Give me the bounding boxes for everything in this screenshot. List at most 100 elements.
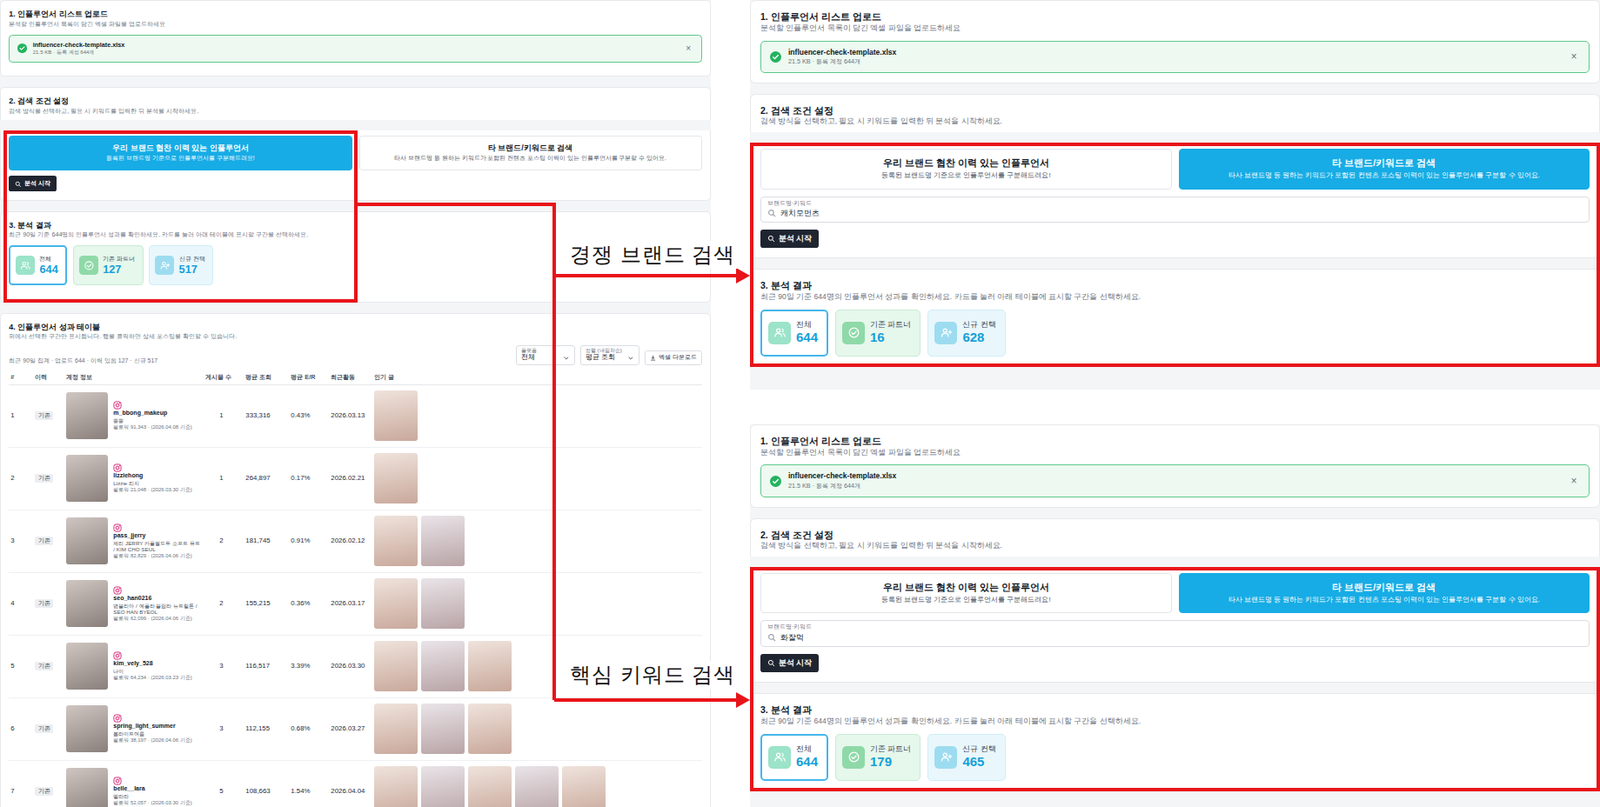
post-thumbnail[interactable] bbox=[374, 703, 418, 755]
account-info: belle__lara 벨라라 팔로워 52,057 · (2026.03.30… bbox=[113, 776, 206, 806]
last-active-cell: 2026.02.12 bbox=[330, 536, 375, 547]
post-thumbnail[interactable] bbox=[374, 453, 418, 504]
result-card[interactable]: 기존 파트너 127 bbox=[73, 245, 144, 286]
table-row[interactable]: 2 기존 lizziehong Lizzie 리지 팔로워 21,048 · (… bbox=[8, 448, 702, 511]
post-thumbnail[interactable] bbox=[421, 703, 465, 755]
tab-description: 타사 브랜드명 등 원하는 키워드가 포함된 컨텐츠 포스팅 이력이 있는 인플… bbox=[394, 154, 667, 163]
tab-title: 타 브랜드/키워드로 검색 bbox=[488, 143, 573, 154]
select-label: 정렬 (내림차순) bbox=[585, 347, 635, 354]
result-card[interactable]: 전체 644 bbox=[8, 245, 67, 286]
result-card[interactable]: 기존 파트너 179 bbox=[835, 734, 921, 782]
post-thumbnail[interactable] bbox=[421, 766, 465, 807]
section-title: 2. 검색 조건 설정 bbox=[760, 104, 1590, 118]
file-name: influencer-check-template.xlsx bbox=[33, 40, 678, 50]
analyze-button[interactable]: 분석 시작 bbox=[760, 654, 819, 673]
search-mode-tab[interactable]: 타 브랜드/키워드로 검색 타사 브랜드명 등 원하는 키워드가 포함된 컨텐츠… bbox=[359, 135, 703, 171]
search-icon bbox=[767, 659, 776, 668]
post-thumbnail[interactable] bbox=[562, 766, 606, 807]
table-row[interactable]: 3 기존 pass_jjerry 제리 JERRY 카플월드투 소프트 뮤트 /… bbox=[8, 510, 702, 574]
analyze-button[interactable]: 분석 시작 bbox=[8, 175, 56, 192]
post-thumbnail[interactable] bbox=[374, 390, 418, 442]
remove-file-button[interactable]: × bbox=[682, 44, 694, 54]
file-meta: 21.5 KB · 등록 계정 644개 bbox=[33, 48, 678, 56]
history-cell: 기존 bbox=[34, 787, 67, 797]
stat-label: 신규 컨택 bbox=[962, 320, 996, 330]
user-plus-icon bbox=[939, 326, 953, 340]
account-cell: belle__lara 벨라라 팔로워 52,057 · (2026.03.30… bbox=[66, 768, 206, 807]
post-thumbnail[interactable] bbox=[421, 641, 465, 692]
result-card[interactable]: 신규 컨택 628 bbox=[927, 309, 1005, 357]
highlight-region: 우리 브랜드 협찬 이력 있는 인플루언서 등록된 브랜드명 기준으로 인플루언… bbox=[749, 567, 1600, 792]
stat-text: 전체 644 bbox=[796, 744, 821, 771]
instagram-icon bbox=[113, 651, 122, 661]
username: spring_light_summer bbox=[113, 723, 202, 731]
post-thumbnail[interactable] bbox=[374, 641, 418, 692]
history-cell: 기존 bbox=[34, 662, 67, 672]
account-info: seo_han0216 병블리아 / 예플라 블랍라 뉴트럴톤 / SEO HA… bbox=[113, 586, 206, 623]
posts-cell: 1 bbox=[205, 411, 246, 422]
result-card[interactable]: 신규 컨택 465 bbox=[927, 734, 1005, 782]
remove-file-button[interactable]: × bbox=[1567, 475, 1580, 487]
stat-icon-box bbox=[15, 255, 35, 275]
search-icon bbox=[767, 234, 776, 243]
remove-file-button[interactable]: × bbox=[1567, 51, 1580, 62]
table-row[interactable]: 7 기존 belle__lara 벨라라 팔로워 52,057 · (2026.… bbox=[8, 761, 702, 807]
filter-select[interactable]: 정렬 (내림차순) 평균 조회 bbox=[580, 345, 640, 366]
field-label: 브랜드명·키워드 bbox=[767, 200, 1583, 208]
popular-posts-cell bbox=[374, 453, 702, 504]
account-cell: lizziehong Lizzie 리지 팔로워 21,048 · (2026.… bbox=[66, 455, 206, 503]
result-card[interactable]: 신규 컨택 517 bbox=[148, 245, 214, 286]
analyze-button[interactable]: 분석 시작 bbox=[760, 229, 819, 248]
keyword-input[interactable]: 브랜드명·키워드 화잘먹 bbox=[760, 620, 1590, 648]
result-card[interactable]: 전체 644 bbox=[760, 309, 829, 357]
table-row[interactable]: 6 기존 spring_light_summer 봄라이트여름 팔로워 38,1… bbox=[8, 698, 702, 762]
username: seo_han0216 bbox=[113, 595, 202, 603]
post-thumbnail[interactable] bbox=[468, 703, 512, 755]
search-mode-tab[interactable]: 타 브랜드/키워드로 검색 타사 브랜드명 등 원하는 키워드가 포함된 컨텐츠… bbox=[1178, 148, 1591, 189]
table-row[interactable]: 1 기존 m_bbong_makeup 뿡뿡 팔로워 91,343 · (202… bbox=[8, 385, 702, 449]
keyword-input[interactable]: 브랜드명·키워드 캐치모먼츠 bbox=[760, 196, 1590, 224]
result-card[interactable]: 기존 파트너 16 bbox=[835, 309, 921, 357]
stat-text: 신규 컨택 628 bbox=[962, 320, 998, 347]
post-thumbnail[interactable] bbox=[421, 578, 465, 630]
post-thumbnail[interactable] bbox=[421, 515, 465, 567]
avatar-photo bbox=[66, 392, 108, 440]
search-mode-tab[interactable]: 우리 브랜드 협찬 이력 있는 인플루언서 등록된 브랜드명 기준으로 인플루언… bbox=[760, 573, 1172, 614]
search-mode-tab[interactable]: 타 브랜드/키워드로 검색 타사 브랜드명 등 원하는 키워드가 포함된 컨텐츠… bbox=[1178, 573, 1591, 614]
uploaded-file: influencer-check-template.xlsx 21.5 KB ·… bbox=[760, 464, 1590, 497]
search-icon bbox=[767, 208, 777, 218]
post-thumbnail[interactable] bbox=[374, 766, 418, 807]
popular-posts-cell bbox=[374, 515, 702, 567]
search-mode-tab[interactable]: 우리 브랜드 협찬 이력 있는 인플루언서 등록된 브랜드명 기준으로 인플루언… bbox=[8, 135, 352, 171]
stat-text: 전체 644 bbox=[39, 254, 61, 277]
table-row[interactable]: 4 기존 seo_han0216 병블리아 / 예플라 블랍라 뉴트럴톤 / S… bbox=[8, 573, 702, 636]
stat-value: 628 bbox=[962, 329, 985, 347]
post-thumbnail[interactable] bbox=[515, 766, 559, 807]
account-info: pass_jjerry 제리 JERRY 카플월드투 소프트 뮤트 / KIM … bbox=[113, 523, 206, 560]
column-header: 계정 정보 bbox=[66, 373, 206, 382]
follower-count: 팔로워 38,197 · (2026.04.06 기준) bbox=[113, 737, 202, 744]
search-mode-tab[interactable]: 우리 브랜드 협찬 이력 있는 인플루언서 등록된 브랜드명 기준으로 인플루언… bbox=[760, 148, 1172, 189]
posts-cell: 3 bbox=[205, 724, 246, 735]
section-description: 검색 방식을 선택하고, 필요 시 키워드를 입력한 뒤 분석을 시작하세요. bbox=[8, 107, 702, 116]
table-tools: 플랫폼 전체 정렬 (내림차순) 평균 조회 엑셀 다운로드 bbox=[515, 345, 703, 366]
search-mode-tabs: 우리 브랜드 협찬 이력 있는 인플루언서 등록된 브랜드명 기준으로 인플루언… bbox=[760, 148, 1590, 189]
posts-cell: 2 bbox=[205, 536, 246, 547]
avg-views-cell: 155,215 bbox=[245, 599, 291, 610]
example-screens: 1. 인플루언서 리스트 업로드 분석할 인플루언서 목록이 담긴 엑셀 파일을… bbox=[749, 0, 1600, 807]
section-description: 최근 90일 기준 644명의 인플루언서 성과를 확인하세요. 카드를 눌러 … bbox=[760, 716, 1590, 728]
posts-cell: 5 bbox=[205, 787, 246, 797]
filter-select[interactable]: 플랫폼 전체 bbox=[515, 345, 576, 366]
post-thumbnail[interactable] bbox=[374, 515, 418, 567]
stat-value: 179 bbox=[870, 754, 892, 771]
column-header: 최근활동 bbox=[330, 373, 375, 382]
post-thumbnail[interactable] bbox=[468, 641, 512, 692]
post-thumbnail[interactable] bbox=[468, 766, 512, 807]
rank-cell: 6 bbox=[10, 724, 35, 735]
avg-er-cell: 0.91% bbox=[290, 536, 331, 547]
result-card[interactable]: 전체 644 bbox=[760, 734, 829, 782]
post-thumbnail[interactable] bbox=[374, 578, 418, 630]
display-name: 봄라이트여름 bbox=[113, 730, 202, 738]
excel-download-button[interactable]: 엑셀 다운로드 bbox=[644, 350, 703, 366]
posts-cell: 1 bbox=[205, 474, 246, 484]
